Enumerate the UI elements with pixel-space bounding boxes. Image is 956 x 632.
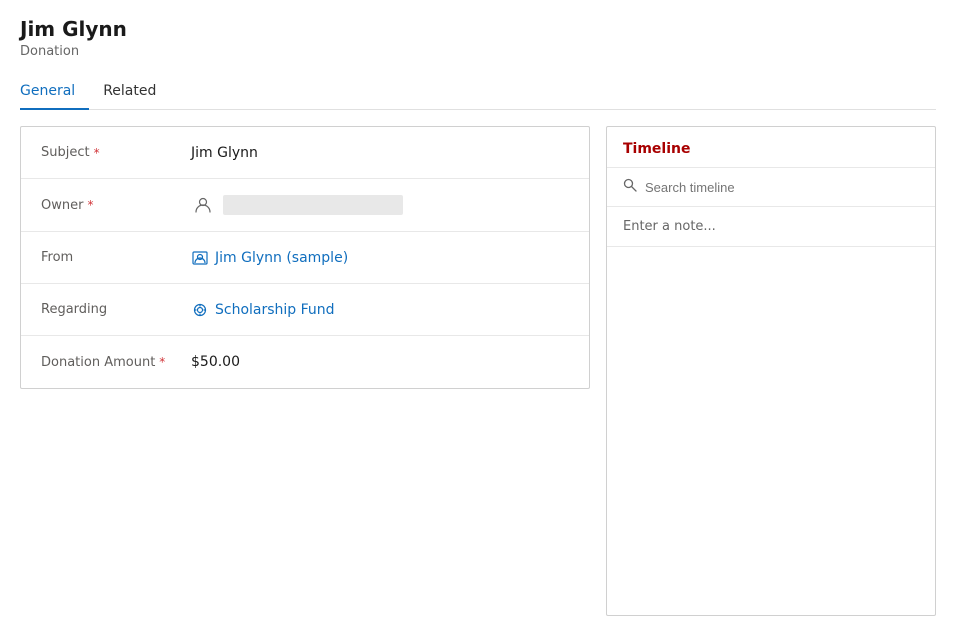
- donation-amount-label: Donation Amount *: [41, 355, 191, 370]
- main-panel: Subject * Jim Glynn Owner *: [20, 126, 590, 616]
- tab-general[interactable]: General: [20, 75, 89, 109]
- regarding-value[interactable]: Scholarship Fund: [191, 301, 569, 319]
- record-subtitle: Donation: [20, 44, 936, 59]
- record-title: Jim Glynn: [20, 16, 936, 42]
- required-indicator-owner: *: [87, 198, 93, 212]
- content-area: Subject * Jim Glynn Owner *: [20, 126, 936, 616]
- record-header: Jim Glynn Donation: [20, 16, 936, 59]
- form-row-regarding: Regarding Scholarship Fund: [21, 284, 589, 336]
- timeline-header: Timeline: [607, 127, 935, 168]
- subject-value[interactable]: Jim Glynn: [191, 145, 569, 161]
- owner-value[interactable]: [191, 193, 569, 217]
- regarding-label: Regarding: [41, 302, 191, 317]
- owner-label: Owner *: [41, 198, 191, 213]
- required-indicator: *: [94, 146, 100, 160]
- from-label: From: [41, 250, 191, 265]
- page-container: Jim Glynn Donation General Related Subje…: [0, 0, 956, 632]
- form-card: Subject * Jim Glynn Owner *: [20, 126, 590, 389]
- owner-person-icon: [191, 193, 215, 217]
- regarding-text: Scholarship Fund: [215, 302, 335, 318]
- form-row-subject: Subject * Jim Glynn: [21, 127, 589, 179]
- tabs-bar: General Related: [20, 75, 936, 110]
- owner-bar: [223, 195, 403, 215]
- timeline-search-icon: [623, 178, 637, 196]
- from-value[interactable]: Jim Glynn (sample): [191, 249, 569, 267]
- donation-amount-value[interactable]: $50.00: [191, 354, 569, 370]
- from-link-icon: [191, 249, 209, 267]
- timeline-search-input[interactable]: [645, 180, 919, 195]
- from-text: Jim Glynn (sample): [215, 250, 348, 266]
- tab-related[interactable]: Related: [89, 75, 170, 109]
- required-indicator-amount: *: [159, 355, 165, 369]
- timeline-note-placeholder[interactable]: Enter a note...: [607, 207, 935, 247]
- form-row-owner: Owner *: [21, 179, 589, 232]
- regarding-link-icon: [191, 301, 209, 319]
- form-row-from: From Jim Glynn (sample): [21, 232, 589, 284]
- owner-field: [191, 193, 569, 217]
- subject-label: Subject *: [41, 145, 191, 160]
- timeline-search-bar[interactable]: [607, 168, 935, 207]
- form-row-donation-amount: Donation Amount * $50.00: [21, 336, 589, 388]
- timeline-panel: Timeline Enter a note...: [606, 126, 936, 616]
